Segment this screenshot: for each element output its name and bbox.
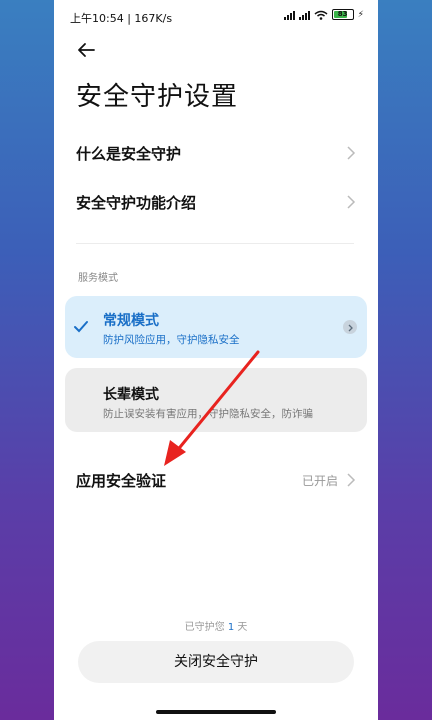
signal-icon: [298, 10, 310, 20]
menu-item-label: 什么是安全守护: [76, 144, 182, 163]
chevron-right-icon: [347, 473, 356, 487]
charging-icon: ⚡: [357, 9, 364, 20]
mode-title: 常规模式: [103, 313, 159, 329]
chevron-right-icon: [348, 324, 353, 332]
section-label: 服务模式: [78, 273, 118, 284]
verify-status: 已开启: [301, 473, 338, 488]
menu-item-label: 应用安全验证: [76, 471, 167, 490]
mode-detail-button[interactable]: [343, 320, 357, 334]
phone-screen: 上午10:54 | 167K/s 83 ⚡ 安全守护设置 什么是安全守护 安全守…: [54, 0, 378, 720]
status-bar: 上午10:54 | 167K/s 83 ⚡: [54, 0, 378, 34]
mode-card-normal[interactable]: 常规模式 防护风险应用，守护隐私安全: [65, 296, 367, 358]
menu-item-feature-intro[interactable]: 安全守护功能介绍: [54, 178, 378, 226]
chevron-right-icon: [347, 146, 356, 160]
app-security-verify-item[interactable]: 应用安全验证 已开启: [54, 456, 378, 504]
mode-card-elder[interactable]: 长辈模式 防止误安装有害应用，守护隐私安全，防诈骗: [65, 368, 367, 432]
status-time: 上午10:54 | 167K/s: [70, 12, 173, 25]
menu-item-label: 安全守护功能介绍: [76, 193, 197, 212]
menu-item-what-is-guard[interactable]: 什么是安全守护: [54, 129, 378, 177]
protected-days-text: 已守护您 1 天: [54, 618, 378, 633]
mode-description: 防止误安装有害应用，守护隐私安全，防诈骗: [103, 408, 313, 420]
mode-description: 防护风险应用，守护隐私安全: [103, 334, 240, 346]
battery-icon: 83: [331, 9, 354, 20]
close-guard-button[interactable]: 关闭安全守护: [78, 641, 354, 683]
back-arrow-icon[interactable]: [74, 38, 98, 62]
protected-suffix: 天: [237, 622, 248, 633]
wifi-icon: [314, 10, 328, 20]
protected-prefix: 已守护您: [184, 622, 225, 633]
status-icons: 83 ⚡: [283, 9, 364, 20]
chevron-right-icon: [347, 195, 356, 209]
check-icon: [74, 321, 88, 333]
signal-icon: [283, 10, 295, 20]
page-title: 安全守护设置: [76, 82, 239, 112]
home-indicator[interactable]: [156, 710, 276, 714]
mode-title: 长辈模式: [103, 387, 159, 403]
protected-days-count: 1: [227, 622, 235, 633]
divider: [76, 243, 354, 244]
